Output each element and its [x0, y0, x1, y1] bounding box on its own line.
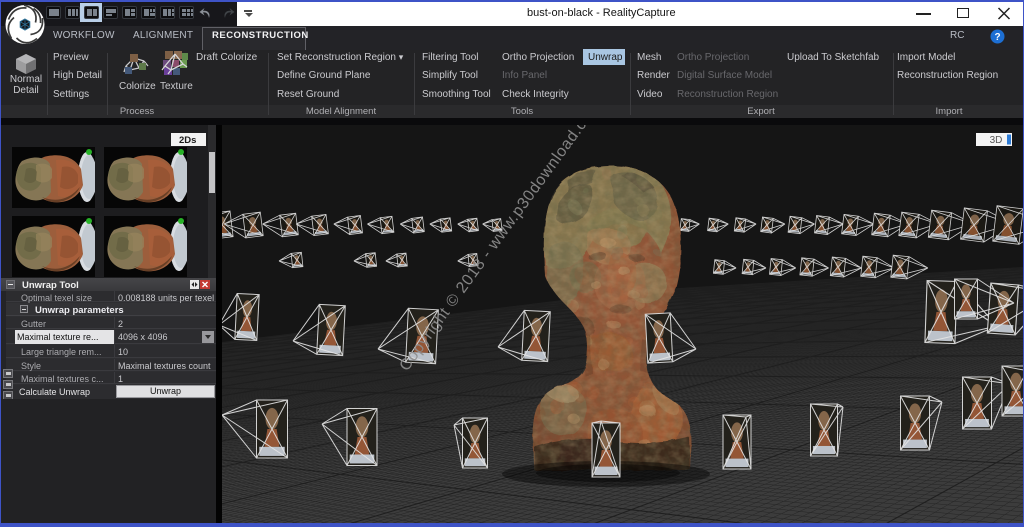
- svg-text:3D: 3D: [990, 135, 1003, 146]
- svg-text:?: ?: [994, 32, 1000, 43]
